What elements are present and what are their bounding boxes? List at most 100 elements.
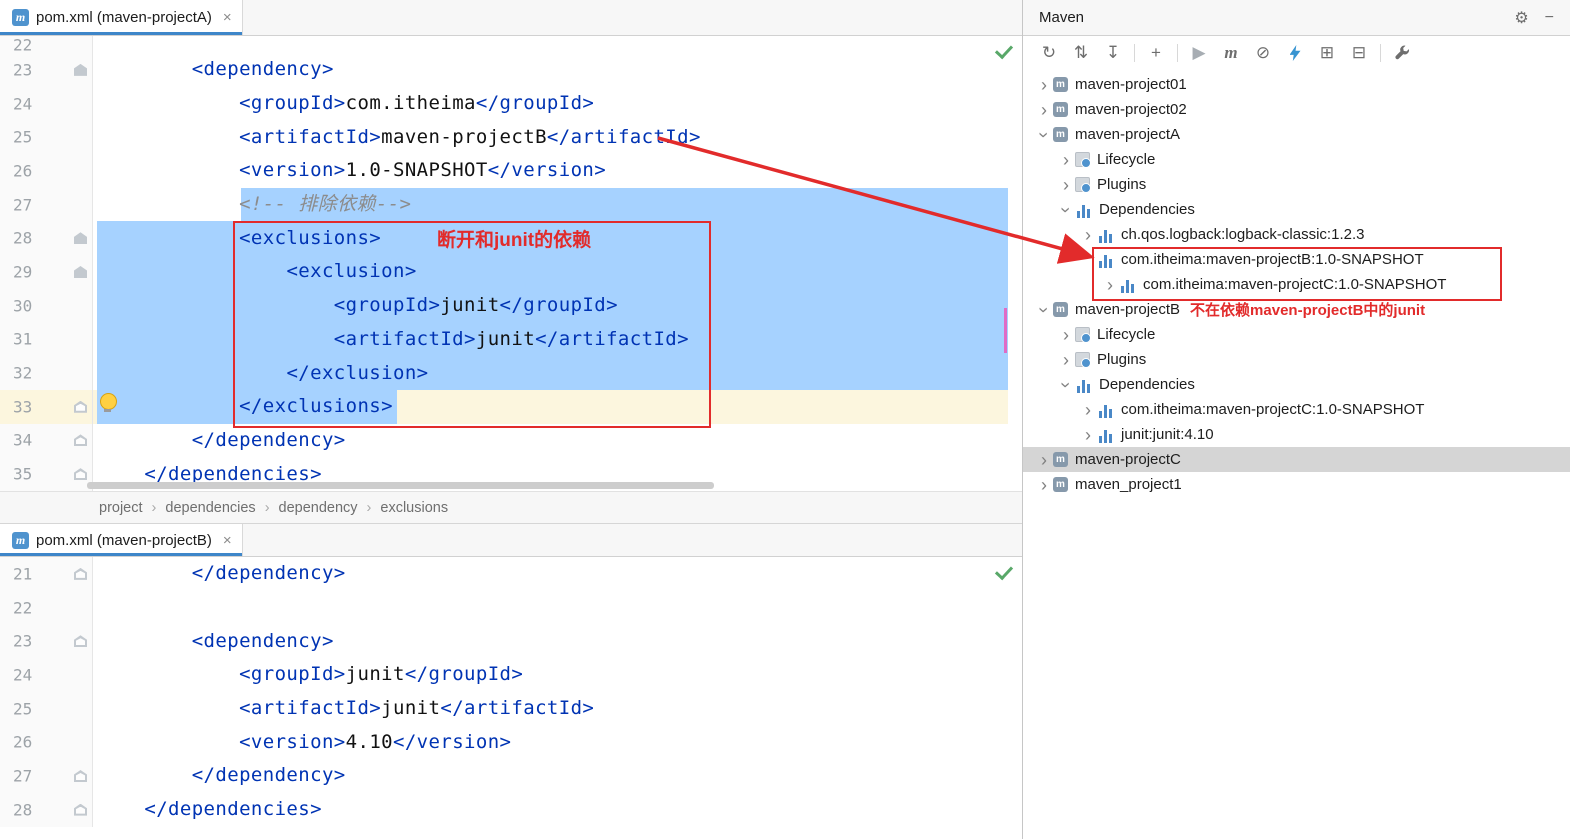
chevron-down-icon[interactable]: ›: [1056, 376, 1076, 394]
code-text-area[interactable]: </dependency>: [93, 557, 1008, 591]
chevron-right-icon[interactable]: ›: [1035, 451, 1053, 469]
breadcrumb-item-dependency[interactable]: dependency: [279, 500, 358, 516]
code-text-area[interactable]: <dependency>: [93, 53, 1008, 87]
editor-maven-projectB[interactable]: 21 </dependency> 22 23 <dependency> 24 <gro…: [0, 557, 1022, 839]
code-text-area[interactable]: <dependency>: [93, 624, 1008, 658]
code-line-27[interactable]: 27 </dependency>: [0, 759, 1022, 793]
gutter-tag-icon[interactable]: [74, 400, 87, 413]
download-sources-icon[interactable]: ↧: [1097, 40, 1129, 66]
maven-tree-item[interactable]: › m maven-project02: [1023, 97, 1570, 122]
code-line-26[interactable]: 26 <version>1.0-SNAPSHOT</version>: [0, 154, 1022, 188]
code-line-25[interactable]: 25 <artifactId>maven-projectB</artifactI…: [0, 120, 1022, 155]
chevron-down-icon[interactable]: ›: [1056, 201, 1076, 219]
tab-close-icon[interactable]: ×: [223, 532, 232, 549]
gutter-tag-icon[interactable]: [74, 567, 87, 580]
code-text-area[interactable]: </dependencies>: [93, 793, 1008, 827]
settings-gear-icon[interactable]: ⚙: [1514, 8, 1528, 28]
offline-mode-icon[interactable]: [1279, 40, 1311, 66]
code-text-area[interactable]: <artifactId>junit</artifactId>: [93, 692, 1008, 726]
gutter-tag-icon[interactable]: [74, 468, 87, 481]
maven-tree-item[interactable]: › m maven-projectA: [1023, 122, 1570, 147]
tab-pom-maven-projectA[interactable]: m pom.xml (maven-projectA) ×: [0, 0, 243, 35]
maven-tree-item[interactable]: › m maven-projectC: [1023, 447, 1570, 472]
intention-bulb-icon[interactable]: [100, 393, 117, 412]
breadcrumb-item-dependencies[interactable]: dependencies: [165, 500, 255, 516]
hide-panel-icon[interactable]: −: [1545, 9, 1554, 27]
chevron-right-icon[interactable]: ›: [1035, 476, 1053, 494]
gutter-tag-icon[interactable]: [74, 232, 87, 245]
code-text-area[interactable]: <artifactId>maven-projectB</artifactId>: [93, 120, 1008, 154]
code-text-area[interactable]: <groupId>com.itheima</groupId>: [93, 87, 1008, 121]
code-line-23[interactable]: 23 <dependency>: [0, 53, 1022, 87]
gutter-tag-icon[interactable]: [74, 265, 87, 278]
horizontal-scrollbar[interactable]: [87, 482, 714, 489]
code-line-34[interactable]: 34 </dependency>: [0, 423, 1022, 458]
maven-tree-item[interactable]: › m maven_project1: [1023, 472, 1570, 497]
maven-tree-item[interactable]: › Dependencies: [1023, 197, 1570, 222]
chevron-right-icon[interactable]: ›: [1057, 151, 1075, 169]
code-line-21[interactable]: 21 </dependency>: [0, 557, 1022, 591]
code-text-area[interactable]: [93, 36, 1008, 53]
gutter-tag-icon[interactable]: [74, 769, 87, 782]
maven-tree-item[interactable]: › com.itheima:maven-projectC:1.0-SNAPSHOT: [1023, 397, 1570, 422]
chevron-right-icon[interactable]: ›: [1035, 101, 1053, 119]
code-line-23[interactable]: 23 <dependency>: [0, 624, 1022, 659]
code-line-24[interactable]: 24 <groupId>junit</groupId>: [0, 658, 1022, 692]
code-line-22[interactable]: 22: [0, 36, 1022, 53]
maven-tree-item[interactable]: › Plugins: [1023, 347, 1570, 372]
maven-tree-item[interactable]: › Lifecycle: [1023, 322, 1570, 347]
gutter-tag-icon[interactable]: [74, 803, 87, 816]
gutter-tag-icon[interactable]: [74, 434, 87, 447]
generate-sources-icon[interactable]: ⇅: [1065, 40, 1097, 66]
chevron-right-icon[interactable]: ›: [1079, 426, 1097, 444]
reimport-icon[interactable]: ↻: [1033, 40, 1065, 66]
maven-folder-gear-icon: [1075, 327, 1091, 343]
skip-tests-icon[interactable]: ⊘: [1247, 40, 1279, 66]
chevron-down-icon[interactable]: ›: [1034, 126, 1054, 144]
code-line-27[interactable]: 27 <!-- 排除依赖-->: [0, 187, 1022, 222]
code-line-28[interactable]: 28 </dependencies>: [0, 792, 1022, 827]
add-maven-project-icon[interactable]: +: [1140, 40, 1172, 66]
maven-tree-item[interactable]: › junit:junit:4.10: [1023, 422, 1570, 447]
code-text-area[interactable]: <version>1.0-SNAPSHOT</version>: [93, 154, 1008, 188]
expand-all-icon[interactable]: ⊞: [1311, 40, 1343, 66]
code-line-26[interactable]: 26 <version>4.10</version>: [0, 725, 1022, 760]
maven-tree-item[interactable]: › Plugins: [1023, 172, 1570, 197]
code-text-area[interactable]: </dependency>: [93, 759, 1008, 793]
code-line-22[interactable]: 22: [0, 590, 1022, 625]
breadcrumb-item-project[interactable]: project: [99, 500, 143, 516]
tab-pom-maven-projectB[interactable]: m pom.xml (maven-projectB) ×: [0, 524, 243, 556]
tab-title: pom.xml (maven-projectB): [36, 531, 212, 549]
code-token: </artifactId>: [440, 697, 595, 720]
chevron-right-icon[interactable]: ›: [1079, 401, 1097, 419]
run-build-icon[interactable]: ▶: [1183, 40, 1215, 66]
chevron-right-icon[interactable]: ›: [1057, 176, 1075, 194]
chevron-right-icon[interactable]: ›: [1035, 76, 1053, 94]
maven-tree-item[interactable]: › ch.qos.logback:logback-classic:1.2.3: [1023, 222, 1570, 247]
maven-settings-icon[interactable]: [1386, 40, 1418, 66]
chevron-right-icon[interactable]: ›: [1057, 351, 1075, 369]
gutter-tag-icon[interactable]: [74, 63, 87, 76]
top-editor-tabbar: m pom.xml (maven-projectA) ×: [0, 0, 1022, 36]
tab-close-icon[interactable]: ×: [223, 9, 232, 26]
code-text-area[interactable]: </dependency>: [93, 424, 1008, 458]
chevron-right-icon[interactable]: ›: [1057, 326, 1075, 344]
maven-module-icon: m: [1053, 127, 1068, 142]
code-line-24[interactable]: 24 <groupId>com.itheima</groupId>: [0, 86, 1022, 121]
maven-tree-item[interactable]: › m maven-project01: [1023, 72, 1570, 97]
maven-tree-item[interactable]: › Lifecycle: [1023, 147, 1570, 172]
code-text-area[interactable]: [93, 591, 1008, 625]
chevron-right-icon[interactable]: ›: [1079, 226, 1097, 244]
execute-goal-icon[interactable]: m: [1215, 40, 1247, 66]
editor-maven-projectA[interactable]: 断开和junit的依赖 22 23 <dependency> 24 <groupId…: [0, 36, 1022, 491]
code-text-area[interactable]: <groupId>junit</groupId>: [93, 658, 1008, 692]
breadcrumb-item-exclusions[interactable]: exclusions: [380, 500, 448, 516]
collapse-all-icon[interactable]: ⊟: [1343, 40, 1375, 66]
gutter-tag-icon[interactable]: [74, 635, 87, 648]
maven-tree-item[interactable]: › Dependencies: [1023, 372, 1570, 397]
code-text-area[interactable]: <version>4.10</version>: [93, 725, 1008, 759]
code-line-25[interactable]: 25 <artifactId>junit</artifactId>: [0, 691, 1022, 726]
chevron-down-icon[interactable]: ›: [1034, 301, 1054, 319]
code-text-area[interactable]: <!-- 排除依赖-->: [93, 187, 1008, 222]
maven-module-icon: m: [1053, 452, 1068, 467]
